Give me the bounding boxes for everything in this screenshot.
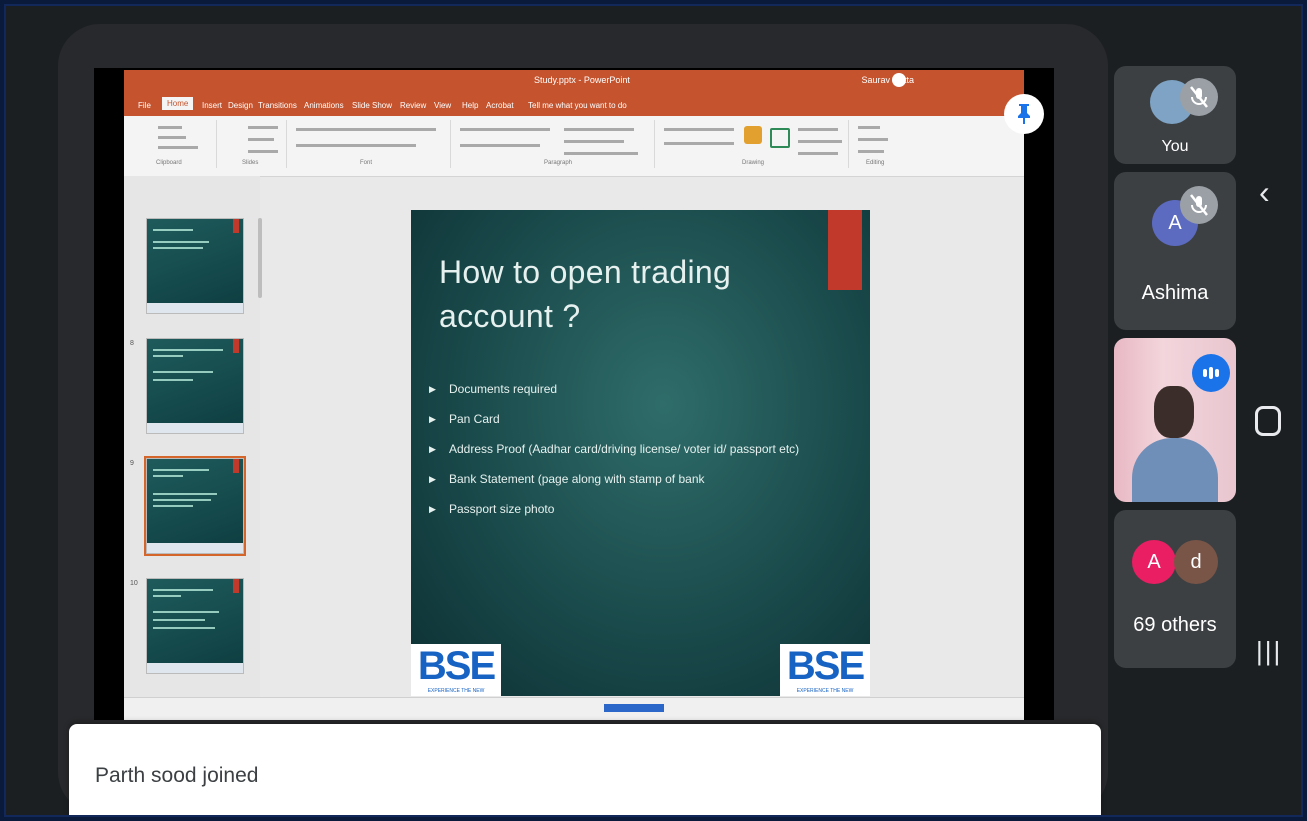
participant-tile-others[interactable]: A d 69 others (1114, 510, 1236, 668)
participant-count: 69 others (1133, 614, 1217, 636)
bullet-item: Address Proof (Aadhar card/driving licen… (429, 440, 849, 458)
mic-off-icon (1180, 78, 1218, 116)
back-nav-icon[interactable]: ‹ (1259, 174, 1270, 211)
tab-slide-show[interactable]: Slide Show (352, 101, 392, 110)
bullet-item: Passport size photo (429, 500, 849, 518)
tab-transitions[interactable]: Transitions (258, 101, 297, 110)
participant-name: Ashima (1141, 282, 1209, 304)
bse-logo-right: BSE EXPERIENCE THE NEW (780, 644, 870, 696)
speaking-indicator-icon (1192, 354, 1230, 392)
ribbon-group-font: Font (290, 120, 451, 168)
user-avatar[interactable] (892, 73, 906, 87)
group-label-paragraph: Paragraph (544, 160, 573, 166)
slide-bullet-list: Documents required Pan Card Address Proo… (429, 380, 849, 530)
ppt-title-bar: Study.pptx - PowerPoint Saurav Dutta (124, 70, 1024, 92)
bullet-item: Bank Statement (page along with stamp of… (429, 470, 849, 488)
tab-acrobat[interactable]: Acrobat (486, 101, 514, 110)
toast-text: Parth sood joined (95, 764, 259, 787)
bse-logo-tagline: EXPERIENCE THE NEW (427, 688, 485, 694)
tab-view[interactable]: View (434, 101, 451, 110)
pin-button[interactable] (1004, 94, 1044, 134)
ribbon-group-drawing: Drawing (658, 120, 849, 168)
ribbon-group-slides: Slides (220, 120, 287, 168)
tab-file[interactable]: File (138, 101, 151, 110)
group-label-font: Font (360, 160, 373, 166)
bse-logo-left: BSE EXPERIENCE THE NEW (411, 644, 501, 696)
bse-logo-tagline: EXPERIENCE THE NEW (796, 688, 854, 694)
thumbnail-number: 10 (130, 580, 138, 587)
participant-tile-video[interactable] (1114, 338, 1236, 502)
ribbon-group-editing: Editing (852, 120, 912, 168)
home-nav-icon[interactable] (1255, 406, 1281, 436)
ribbon-home: Clipboard Slides Font Paragraph Drawing … (124, 116, 1024, 177)
group-label-editing: Editing (866, 160, 885, 166)
participant-name: You (1161, 138, 1189, 155)
participant-tile-you[interactable]: You (1114, 66, 1236, 164)
slide-thumbnail-selected[interactable] (144, 456, 246, 556)
tab-design[interactable]: Design (228, 101, 253, 110)
tab-help[interactable]: Help (462, 101, 478, 110)
group-label-slides: Slides (242, 160, 259, 166)
group-label-drawing: Drawing (742, 160, 765, 166)
group-label-clipboard: Clipboard (156, 160, 182, 166)
bse-logo-text: BSE (417, 644, 496, 688)
bullet-item: Documents required (429, 380, 849, 398)
participant-tile-ashima[interactable]: A Ashima (1114, 172, 1236, 330)
ribbon-group-paragraph: Paragraph (454, 120, 655, 168)
avatar: A (1132, 540, 1176, 584)
zoom-slider[interactable] (604, 704, 664, 712)
ppt-file-title: Study.pptx - PowerPoint (534, 75, 630, 85)
bse-logo-text: BSE (786, 644, 865, 688)
avatar: d (1174, 540, 1218, 584)
slide-thumbnail[interactable] (146, 218, 244, 314)
thumbnail-number: 9 (130, 460, 134, 467)
slide-thumbnail-pane[interactable]: 8 9 10 (124, 176, 260, 720)
mic-off-icon (1180, 186, 1218, 224)
join-notification-toast: Parth sood joined (69, 724, 1101, 815)
tab-home[interactable]: Home (162, 97, 194, 110)
ppt-user-name: Saurav Dutta (861, 75, 914, 85)
current-slide: How to open trading account ? Documents … (411, 210, 870, 696)
participant-video-person (1132, 438, 1218, 502)
tab-insert[interactable]: Insert (202, 101, 222, 110)
ppt-status-bar (124, 697, 1024, 720)
tab-animations[interactable]: Animations (304, 101, 344, 110)
slide-thumbnail[interactable] (146, 578, 244, 674)
slide-thumbnail[interactable] (146, 338, 244, 434)
meet-window: Study.pptx - PowerPoint Saurav Dutta Fil… (4, 4, 1303, 817)
bullet-item: Pan Card (429, 410, 849, 428)
tell-me-search[interactable]: Tell me what you want to do (528, 101, 627, 110)
tab-review[interactable]: Review (400, 101, 426, 110)
powerpoint-window: Study.pptx - PowerPoint Saurav Dutta Fil… (124, 70, 1024, 720)
slide-accent-bar (828, 210, 862, 290)
slide-title: How to open trading account ? (439, 254, 732, 334)
ribbon-tabs: File Home Insert Design Transitions Anim… (124, 92, 1024, 116)
recents-nav-icon[interactable]: ||| (1256, 636, 1282, 667)
ribbon-group-clipboard: Clipboard (128, 120, 217, 168)
thumbnail-scrollbar[interactable] (258, 218, 262, 298)
thumbnail-number: 8 (130, 340, 134, 347)
